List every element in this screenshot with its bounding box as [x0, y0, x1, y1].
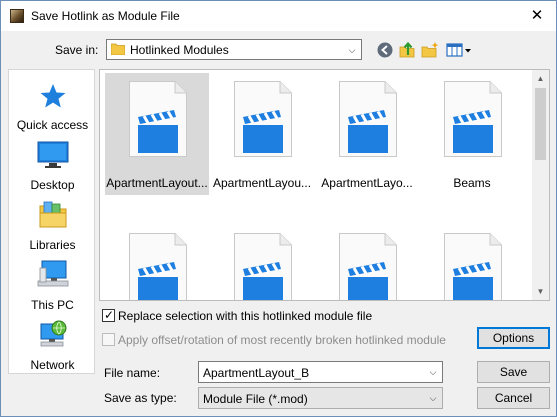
- replace-selection-checkbox[interactable]: ✓: [102, 308, 115, 322]
- save-in-dropdown[interactable]: Hotlinked Modules ⌵: [106, 39, 362, 60]
- module-file-icon: [444, 233, 502, 300]
- chevron-down-icon[interactable]: ⌵: [343, 40, 361, 59]
- module-file-icon: [339, 81, 397, 157]
- save-hotlink-dialog: Save Hotlink as Module File ✕ Save in: H…: [0, 0, 557, 417]
- save-as-type-value: Module File (*.mod): [203, 392, 308, 406]
- network-icon: [40, 320, 67, 347]
- file-name-input[interactable]: ApartmentLayout_B ⌵: [198, 361, 443, 383]
- checkmark-icon: ✓: [104, 308, 115, 322]
- place-label: Libraries: [29, 238, 76, 252]
- file-item[interactable]: [420, 225, 524, 300]
- save-in-label: Save in:: [55, 43, 99, 57]
- app-icon: [10, 9, 24, 23]
- file-item[interactable]: [210, 225, 314, 300]
- file-item[interactable]: Beams: [420, 73, 524, 195]
- save-in-value: Hotlinked Modules: [130, 43, 229, 57]
- place-label: Quick access: [16, 118, 89, 132]
- view-menu-icon[interactable]: [446, 41, 472, 59]
- place-label: Desktop: [30, 178, 75, 192]
- new-folder-icon[interactable]: [421, 41, 439, 59]
- apply-offset-label: Apply offset/rotation of most recently b…: [118, 333, 446, 347]
- file-name: ApartmentLayo...: [321, 176, 413, 190]
- folder-icon: [111, 43, 125, 55]
- file-name: ApartmentLayout...: [106, 176, 208, 190]
- module-file-icon: [234, 81, 292, 157]
- file-name: ApartmentLayou...: [212, 176, 312, 190]
- apply-offset-checkbox: [102, 333, 115, 346]
- options-button[interactable]: Options: [477, 327, 550, 349]
- save-as-type-dropdown[interactable]: Module File (*.mod) ⌵: [198, 387, 443, 409]
- file-name-value: ApartmentLayout_B: [203, 366, 310, 380]
- file-list-scrollbar[interactable]: ▲ ▼: [532, 70, 549, 300]
- module-file-icon: [444, 81, 502, 157]
- file-name-label: File name:: [104, 366, 161, 380]
- title-bar[interactable]: Save Hotlink as Module File ✕: [1, 1, 556, 31]
- file-item[interactable]: ApartmentLayout...: [105, 73, 209, 195]
- back-icon[interactable]: [376, 41, 394, 59]
- module-file-icon: [129, 233, 187, 300]
- star-icon: [40, 84, 66, 108]
- chevron-down-icon[interactable]: ⌵: [424, 388, 442, 408]
- desktop-icon: [37, 141, 69, 168]
- module-file-icon: [234, 233, 292, 300]
- save-as-type-label: Save as type:: [104, 391, 177, 405]
- close-icon: ✕: [530, 7, 544, 24]
- computer-icon: [37, 260, 69, 287]
- scroll-up-icon[interactable]: ▲: [532, 70, 549, 87]
- replace-selection-label: Replace selection with this hotlinked mo…: [118, 309, 373, 323]
- up-folder-icon[interactable]: [398, 41, 416, 59]
- file-item[interactable]: [105, 225, 209, 300]
- module-file-icon: [339, 233, 397, 300]
- file-name: Beams: [453, 176, 491, 190]
- file-item[interactable]: ApartmentLayo...: [315, 73, 419, 195]
- save-button[interactable]: Save: [477, 361, 550, 383]
- places-bar: Quick access Desktop Libraries This PC N…: [8, 69, 95, 374]
- file-item[interactable]: ApartmentLayou...: [210, 73, 314, 195]
- module-file-icon: [129, 81, 187, 157]
- scrollbar-thumb[interactable]: [535, 88, 546, 160]
- file-list[interactable]: ApartmentLayout... ApartmentLayou... Apa…: [99, 69, 550, 301]
- cancel-button[interactable]: Cancel: [477, 387, 550, 409]
- window-title: Save Hotlink as Module File: [31, 9, 180, 23]
- place-label: Network: [30, 358, 75, 372]
- chevron-down-icon[interactable]: ⌵: [424, 362, 442, 382]
- scroll-down-icon[interactable]: ▼: [532, 283, 549, 300]
- close-button[interactable]: ✕: [523, 5, 551, 27]
- file-item[interactable]: [315, 225, 419, 300]
- libraries-icon: [39, 201, 67, 228]
- place-label: This PC: [31, 298, 74, 312]
